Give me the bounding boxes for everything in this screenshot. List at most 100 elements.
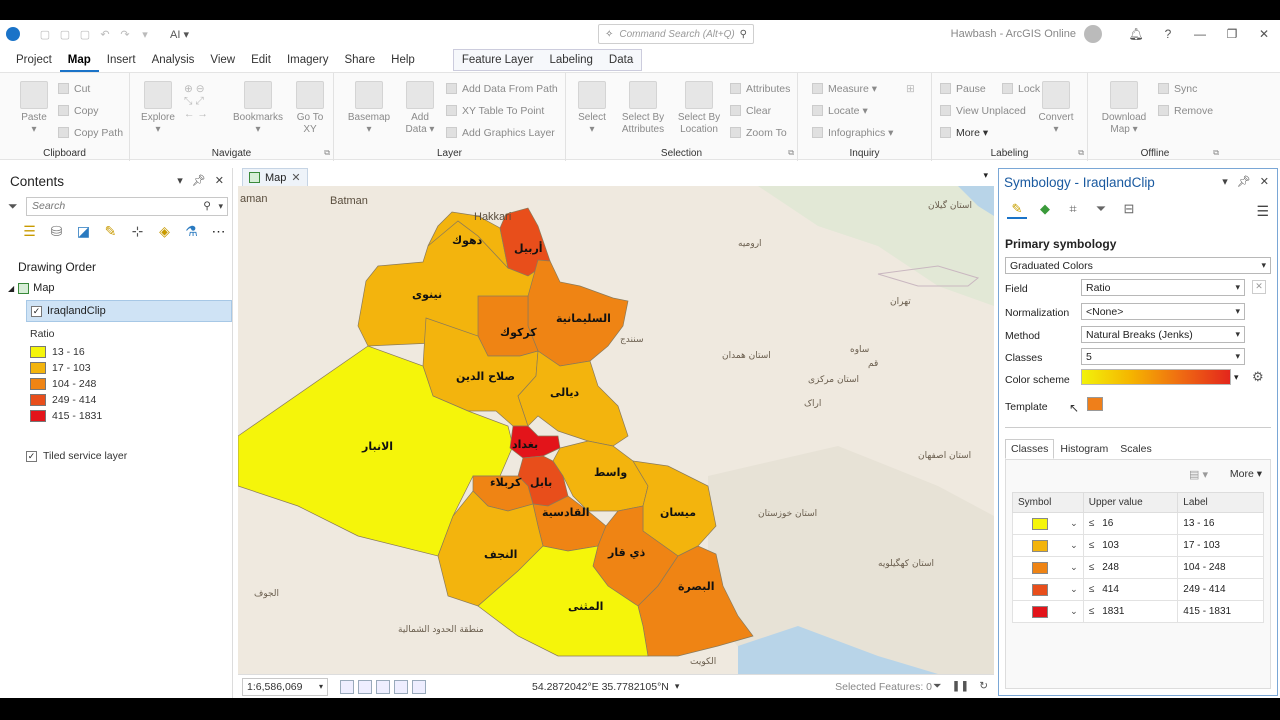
renderer-dropdown[interactable]: Graduated Colors ▾: [1005, 257, 1271, 274]
basemap-button[interactable]: Basemap ▾: [342, 81, 396, 136]
class-symbol-swatch[interactable]: [1032, 561, 1048, 574]
pane-menu-chevron-icon[interactable]: ▾: [1222, 175, 1228, 188]
zoom-to-selection-button[interactable]: Zoom To: [730, 127, 787, 139]
class-label-cell[interactable]: 415 - 1831: [1177, 600, 1264, 623]
sync-button[interactable]: Sync: [1158, 83, 1197, 95]
tab-map[interactable]: Map: [59, 48, 99, 72]
infographics-button[interactable]: Infographics ▾: [812, 127, 893, 139]
pane-menu-chevron-icon[interactable]: ▾: [177, 174, 183, 187]
tiled-service-layer[interactable]: ✓ Tiled service layer: [26, 450, 127, 462]
upper-value-column-header[interactable]: Upper value: [1082, 492, 1179, 513]
class-upper-value-cell[interactable]: ≤414: [1082, 578, 1179, 601]
convert-button[interactable]: Convert ▾: [1036, 81, 1076, 136]
primary-symbology-icon[interactable]: ✎: [1007, 199, 1027, 219]
chevron-down-icon[interactable]: ⌄: [1070, 518, 1078, 529]
classes-dropdown[interactable]: 5 ▾: [1081, 348, 1245, 365]
tab-analysis[interactable]: Analysis: [144, 48, 203, 72]
symbology-filter-icon[interactable]: ⏷: [1091, 199, 1111, 219]
chevron-down-icon[interactable]: ⌄: [1070, 540, 1078, 551]
label-column-header[interactable]: Label: [1177, 492, 1264, 513]
color-scheme-ramp[interactable]: [1081, 369, 1231, 385]
legend-item[interactable]: 104 - 248: [30, 376, 102, 392]
class-symbol-swatch[interactable]: [1032, 517, 1048, 530]
class-row[interactable]: ⌄ ≤248 104 - 248: [1012, 556, 1264, 579]
customize-icon[interactable]: ▾: [138, 28, 152, 41]
select-by-location-button[interactable]: Select By Location: [672, 81, 726, 136]
tab-view[interactable]: View: [202, 48, 243, 72]
tree-map-node[interactable]: ◢ Map: [8, 282, 55, 294]
refresh-view-icon[interactable]: [412, 679, 426, 694]
symbology-menu-icon[interactable]: ☰: [1256, 203, 1269, 220]
field-dropdown[interactable]: Ratio ▾: [1081, 279, 1245, 296]
legend-swatch[interactable]: [30, 394, 46, 406]
labeling-list-icon[interactable]: ◈: [155, 222, 174, 241]
perspective-list-icon[interactable]: ⚗: [182, 222, 201, 241]
offline-launcher-icon[interactable]: ⧉: [1213, 148, 1219, 158]
select-button[interactable]: Select ▾: [572, 81, 612, 136]
legend-swatch[interactable]: [30, 346, 46, 358]
labeling-launcher-icon[interactable]: ⧉: [1078, 148, 1084, 158]
class-label-cell[interactable]: 13 - 16: [1177, 512, 1264, 535]
snapping-icon[interactable]: [376, 679, 390, 694]
class-symbol-cell[interactable]: ⌄: [1012, 512, 1084, 535]
help-button[interactable]: ?: [1152, 27, 1184, 41]
show-statistics-icon[interactable]: ▤ ▾: [1189, 468, 1208, 481]
tab-feature-layer[interactable]: Feature Layer: [454, 50, 542, 70]
navigate-launcher-icon[interactable]: ⧉: [324, 148, 330, 158]
class-symbol-swatch[interactable]: [1032, 583, 1048, 596]
selection-launcher-icon[interactable]: ⧉: [788, 148, 794, 158]
filter-icon[interactable]: ⏷: [8, 199, 26, 214]
class-row[interactable]: ⌄ ≤103 17 - 103: [1012, 534, 1264, 557]
advanced-symbology-icon[interactable]: ⊟: [1119, 199, 1139, 219]
xy-table-to-point-button[interactable]: XY Table To Point: [446, 105, 544, 117]
select-by-attributes-button[interactable]: Select By Attributes: [616, 81, 670, 136]
class-upper-value-cell[interactable]: ≤16: [1082, 512, 1179, 535]
class-symbol-swatch[interactable]: [1032, 605, 1048, 618]
chevron-down-icon[interactable]: ⌄: [1070, 562, 1078, 573]
restore-button[interactable]: ❐: [1216, 27, 1248, 41]
chevron-down-icon[interactable]: ▾: [218, 201, 223, 212]
tab-imagery[interactable]: Imagery: [279, 48, 337, 72]
class-symbol-cell[interactable]: ⌄: [1012, 556, 1084, 579]
class-row[interactable]: ⌄ ≤414 249 - 414: [1012, 578, 1264, 601]
layer-visibility-checkbox[interactable]: ✓: [31, 305, 42, 317]
map-view-tab[interactable]: Map ✕: [242, 168, 308, 186]
coordinate-format-dropdown-icon[interactable]: ▾: [675, 681, 680, 692]
add-graphics-layer-button[interactable]: Add Graphics Layer: [446, 127, 555, 139]
paste-button[interactable]: Paste ▾: [14, 81, 54, 136]
pause-labeling-button[interactable]: Pause: [940, 83, 986, 95]
legend-swatch[interactable]: [30, 362, 46, 374]
bookmarks-button[interactable]: Bookmarks ▾: [230, 81, 286, 136]
more-button[interactable]: More ▾: [1230, 468, 1262, 480]
class-symbol-swatch[interactable]: [1032, 539, 1048, 552]
map-svg[interactable]: aman Batman Hakkari ارومیه استان گیلان ت…: [238, 186, 994, 674]
class-upper-value-cell[interactable]: ≤248: [1082, 556, 1179, 579]
account-name[interactable]: Hawbash - ArcGIS Online: [951, 28, 1076, 40]
class-row[interactable]: ⌄ ≤16 13 - 16: [1012, 512, 1264, 535]
legend-item[interactable]: 13 - 16: [30, 344, 102, 360]
legend-item[interactable]: 415 - 1831: [30, 408, 102, 424]
close-pane-icon[interactable]: ✕: [215, 174, 224, 187]
class-symbol-cell[interactable]: ⌄: [1012, 534, 1084, 557]
notifications-bell-icon[interactable]: 🔔︎: [1120, 27, 1152, 41]
new-project-icon[interactable]: ▢: [38, 28, 52, 41]
remove-button[interactable]: Remove: [1158, 105, 1213, 117]
tab-labeling[interactable]: Labeling: [541, 50, 600, 70]
grid-icon[interactable]: [358, 679, 372, 694]
tab-histogram[interactable]: Histogram: [1054, 439, 1114, 459]
filter-icon[interactable]: ⏷: [933, 680, 941, 693]
pane-divider[interactable]: [1005, 427, 1271, 428]
undo-icon[interactable]: ↶: [98, 28, 112, 41]
data-source-icon[interactable]: ⛁: [47, 222, 66, 241]
sql-expression-icon[interactable]: ✕: [1252, 280, 1266, 294]
rotation-icon[interactable]: [394, 679, 408, 694]
symbol-column-header[interactable]: Symbol: [1012, 492, 1084, 513]
tiled-layer-checkbox[interactable]: ✓: [26, 450, 37, 462]
class-upper-value-cell[interactable]: ≤1831: [1082, 600, 1179, 623]
class-label-cell[interactable]: 104 - 248: [1177, 556, 1264, 579]
zoom-tools[interactable]: ⊕ ⊖ ⤡ ⤢ ← →: [184, 83, 208, 120]
map-scale-dropdown[interactable]: 1:6,586,069 ▾: [242, 677, 328, 696]
class-symbol-cell[interactable]: ⌄: [1012, 600, 1084, 623]
attributes-button[interactable]: Attributes: [730, 83, 790, 95]
copy-path-button[interactable]: Copy Path: [58, 127, 123, 139]
